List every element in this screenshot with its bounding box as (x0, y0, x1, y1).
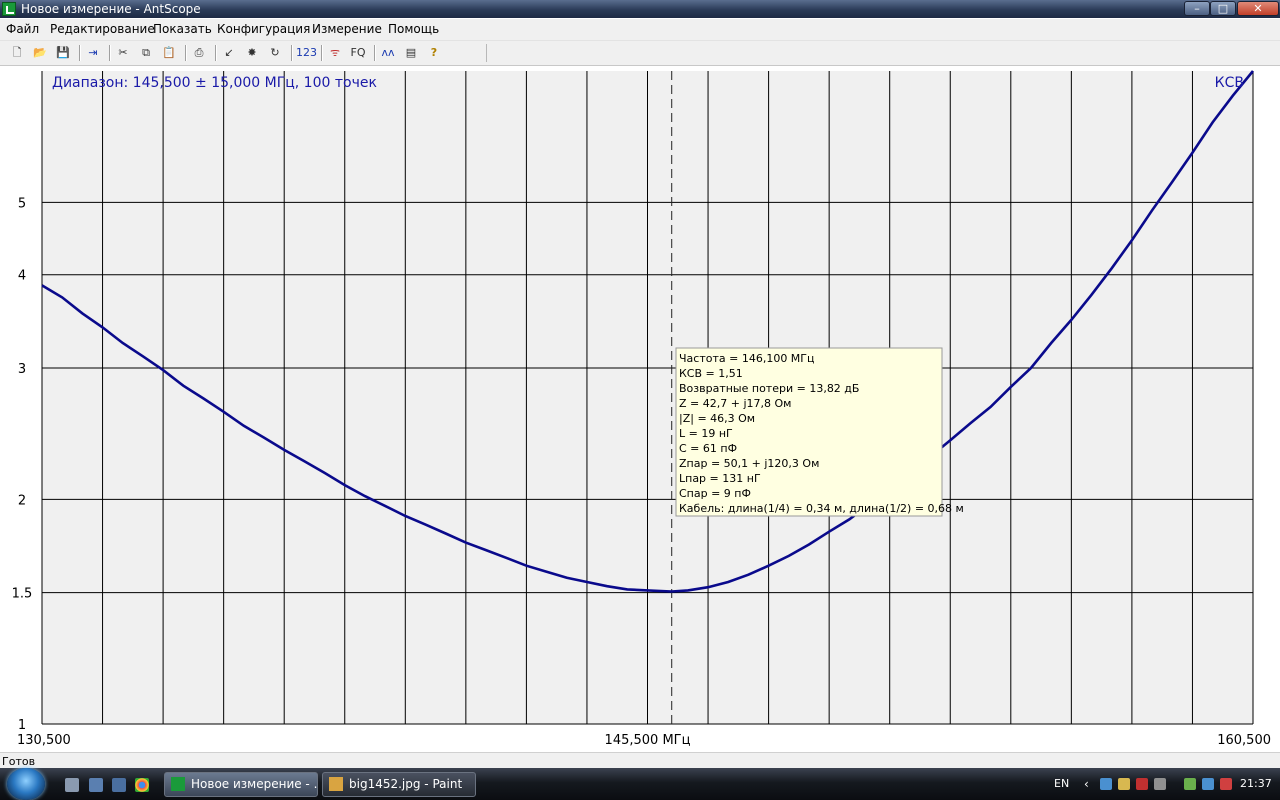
refresh-icon[interactable]: ↻ (266, 44, 284, 62)
x-axis-ticks: 130,500 145,500 МГц 160,500 (17, 733, 1271, 748)
toolbar-separator (321, 45, 323, 61)
tooltip-line: Zпар = 50,1 + j120,3 Ом (679, 457, 819, 470)
y-axis-ticks: 1 1.5 2 3 4 5 (12, 196, 33, 733)
tooltip-line: C = 61 пФ (679, 442, 737, 455)
swr-chart[interactable]: 1 1.5 2 3 4 5 130,500 145,500 МГц 160,500 Диапа… (0, 66, 1280, 752)
grid (41, 71, 1254, 725)
tooltip-line: КСВ = 1,51 (679, 367, 743, 380)
x-tick-label-left: 130,500 (17, 733, 71, 748)
y-tick-label: 5 (18, 196, 26, 211)
y-tick-label: 2 (18, 493, 26, 508)
chart-icon[interactable]: ↙ (220, 44, 238, 62)
toolbar-separator (109, 45, 111, 61)
menu-configuration[interactable]: Конфигурация (217, 22, 310, 36)
title-bar[interactable]: Новое измерение - AntScope – □ ✕ (0, 0, 1280, 18)
status-bar: Готов (0, 752, 1280, 769)
tooltip-line: Z = 42,7 + j17,8 Ом (679, 397, 791, 410)
x-tick-label-center: 145,500 МГц (605, 733, 691, 748)
window-title: Новое измерение - AntScope (21, 2, 201, 16)
language-indicator[interactable]: EN (1054, 777, 1069, 790)
paint-icon (329, 777, 343, 791)
antenna-icon[interactable]: ᯤ (326, 44, 344, 62)
numbers-icon[interactable]: 123 (296, 44, 317, 62)
taskbar-antscope[interactable]: Новое измерение - ... (164, 772, 318, 797)
minimize-button[interactable]: – (1184, 1, 1210, 16)
help-icon[interactable]: ? (425, 44, 443, 62)
tooltip-line: Частота = 146,100 МГц (679, 352, 815, 365)
start-button[interactable] (7, 768, 45, 800)
task-label: Новое измерение - ... (191, 777, 318, 791)
marker-tooltip: Частота = 146,100 МГц КСВ = 1,51 Возвратны… (675, 347, 964, 517)
toolbar-separator (185, 45, 187, 61)
y-tick-label: 1 (18, 718, 26, 733)
toolbar-separator (215, 45, 217, 61)
tooltip-line: Lпар = 131 нГ (679, 472, 761, 485)
print-icon[interactable]: ⎙ (190, 44, 208, 62)
tooltip-line: L = 19 нГ (679, 427, 733, 440)
new-icon[interactable]: 🗋 (8, 44, 26, 62)
taskbar-paint[interactable]: big1452.jpg - Paint (322, 772, 476, 797)
menu-view[interactable]: Показать (153, 22, 212, 36)
tray-security-icon[interactable] (1136, 778, 1148, 790)
export-icon[interactable]: ⇥ (84, 44, 102, 62)
maximize-button[interactable]: □ (1210, 1, 1236, 16)
measure-icon[interactable]: ✸ (243, 44, 261, 62)
battery-icon[interactable] (1184, 778, 1196, 790)
y-tick-label: 1.5 (12, 587, 33, 602)
toolbar-separator (374, 45, 376, 61)
y-tick-label: 3 (18, 362, 26, 377)
tooltip-line: Cпар = 9 пФ (679, 487, 751, 500)
task-label: big1452.jpg - Paint (349, 777, 463, 791)
toolbar-separator (291, 45, 293, 61)
y-tick-label: 4 (18, 269, 26, 284)
copy-icon[interactable]: ⧉ (137, 44, 155, 62)
tooltip-line: Кабель: длина(1/4) = 0,34 м, длина(1/2) … (679, 502, 964, 515)
menu-help[interactable]: Помощь (388, 22, 439, 36)
notes-icon[interactable]: ▤ (402, 44, 420, 62)
toolbar: 🗋 📂 💾 ⇥ ✂ ⧉ 📋 ⎙ ↙ ✸ ↻ 123 ᯤ FQ ʌʌ ▤? (0, 41, 1280, 66)
open-icon[interactable]: 📂 (31, 44, 49, 62)
tray-expand-icon[interactable]: ‹ (1084, 778, 1096, 790)
menu-file[interactable]: Файл (6, 22, 39, 36)
computer-icon[interactable] (112, 778, 126, 792)
chart-area[interactable]: 1 1.5 2 3 4 5 130,500 145,500 МГц 160,500 Диапа… (0, 66, 1280, 752)
menu-edit[interactable]: Редактирование (50, 22, 155, 36)
antscope-icon (171, 777, 185, 791)
tooltip-line: |Z| = 46,3 Ом (679, 412, 755, 425)
app-icon (2, 2, 16, 16)
save-icon[interactable]: 💾 (54, 44, 72, 62)
status-text: Готов (2, 755, 36, 768)
tray-folder-icon[interactable] (1118, 778, 1130, 790)
fq-icon[interactable]: FQ (349, 44, 367, 62)
paste-icon[interactable]: 📋 (160, 44, 178, 62)
volume-icon[interactable] (1220, 778, 1232, 790)
cut-icon[interactable]: ✂ (114, 44, 132, 62)
tray-device-icon[interactable] (1154, 778, 1166, 790)
x-tick-label-right: 160,500 (1217, 733, 1271, 748)
taskbar: Новое измерение - ... big1452.jpg - Pain… (0, 768, 1280, 800)
menu-bar: Файл Редактирование Показать Конфигураци… (0, 19, 1280, 41)
clock[interactable]: 21:37 (1240, 777, 1272, 790)
tray-network-icon[interactable] (1100, 778, 1112, 790)
tooltip-line: Возвратные потери = 13,82 дБ (679, 382, 859, 395)
traces-icon[interactable]: ʌʌ (379, 44, 397, 62)
menu-measurement[interactable]: Измерение (312, 22, 382, 36)
show-desktop-icon[interactable] (65, 778, 79, 792)
series-label: КСВ (1215, 75, 1244, 91)
chart-title: Диапазон: 145,500 ± 15,000 МГц, 100 точе… (52, 75, 377, 91)
tray-monitor-icon[interactable] (1202, 778, 1214, 790)
chrome-icon[interactable] (135, 778, 149, 792)
toolbar-separator (79, 45, 81, 61)
close-button[interactable]: ✕ (1237, 1, 1279, 16)
explorer-icon[interactable] (89, 778, 103, 792)
toolbar-divider (486, 44, 487, 62)
